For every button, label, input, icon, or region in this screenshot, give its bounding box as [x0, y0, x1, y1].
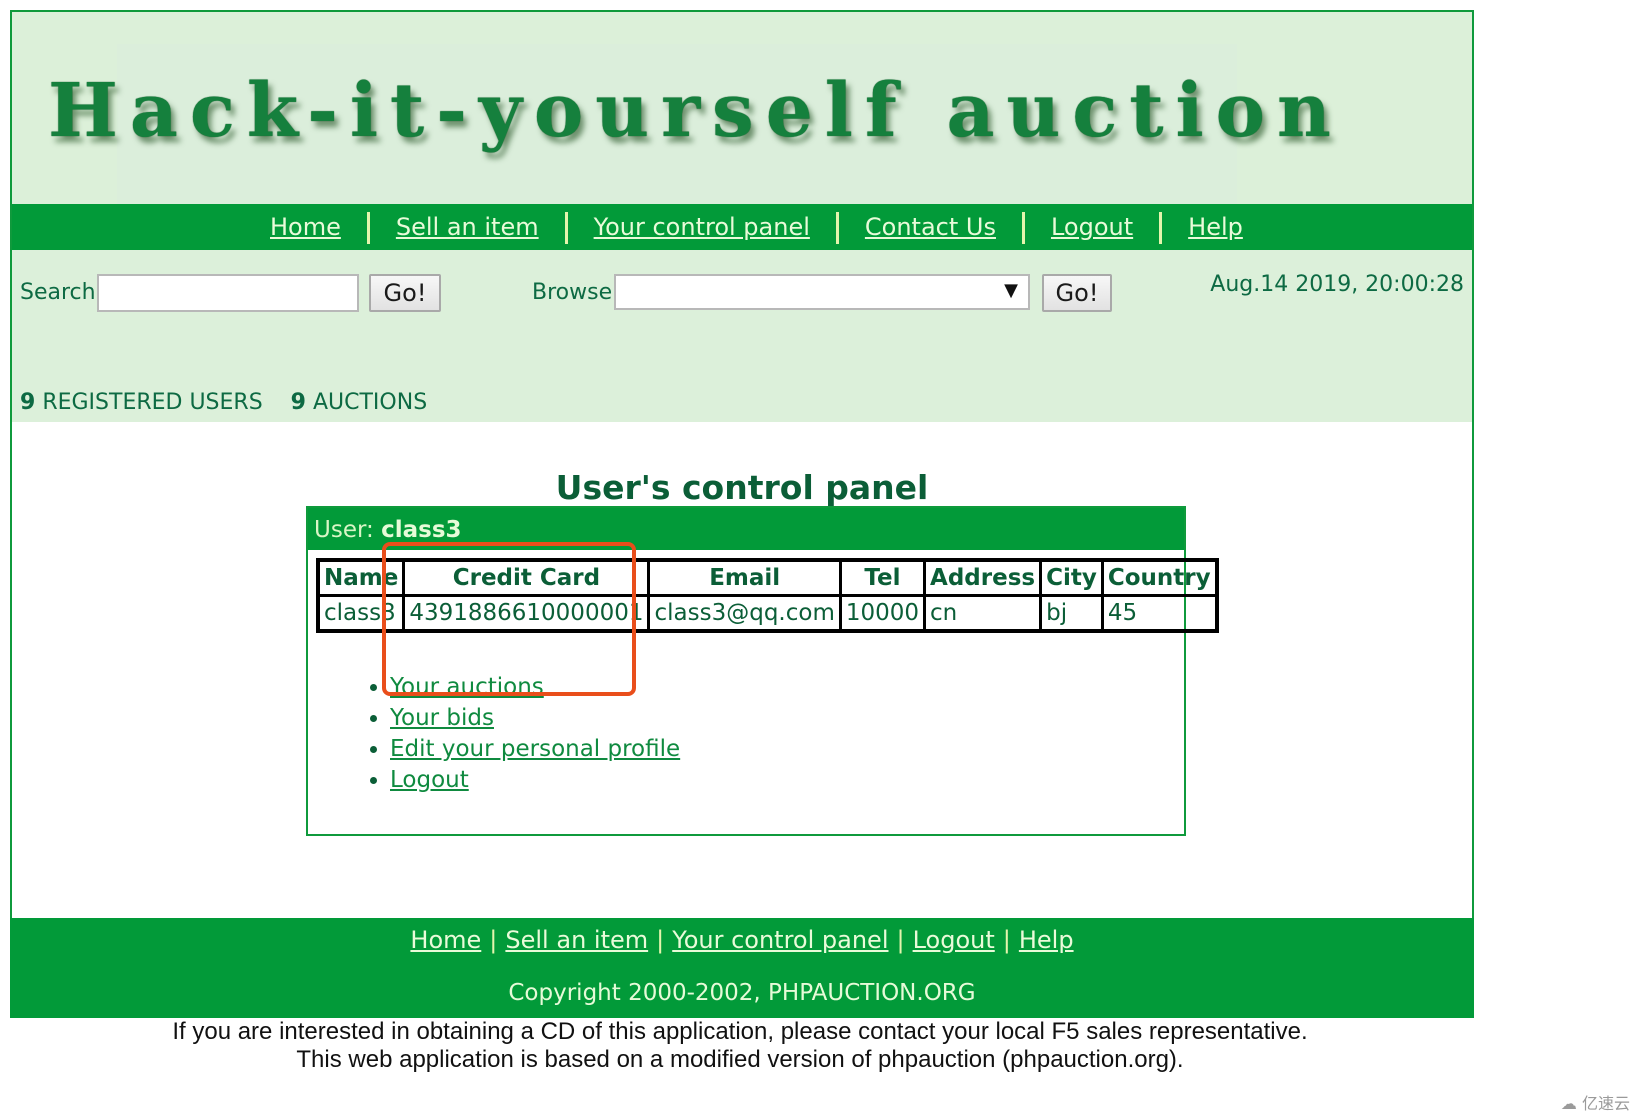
- nav-home[interactable]: Home: [270, 213, 341, 241]
- footer-control-panel[interactable]: Your control panel: [672, 926, 888, 954]
- nav-separator: [1159, 212, 1163, 244]
- auctions-count: 9: [290, 390, 306, 415]
- nav-help[interactable]: Help: [1188, 213, 1243, 241]
- nav-sell-item[interactable]: Sell an item: [396, 213, 539, 241]
- search-label: Search: [20, 280, 96, 305]
- nav-control-panel[interactable]: Your control panel: [594, 213, 810, 241]
- list-item: Edit your personal profile: [390, 734, 680, 765]
- cell-email: class3@qq.com: [647, 594, 842, 633]
- search-go-button[interactable]: Go!: [369, 274, 441, 312]
- browse-select[interactable]: ▼: [614, 274, 1030, 310]
- footer-separator: |: [489, 926, 498, 954]
- nav-separator: [366, 212, 370, 244]
- link-logout[interactable]: Logout: [390, 767, 469, 793]
- users-label: REGISTERED USERS: [42, 390, 263, 415]
- copyright: Copyright 2000-2002, PHPAUCTION.ORG: [508, 980, 976, 1006]
- nav-contact-us[interactable]: Contact Us: [865, 213, 996, 241]
- footer-home[interactable]: Home: [410, 926, 481, 954]
- footer-nav: Home | Sell an item | Your control panel | Log…: [10, 918, 1474, 956]
- list-item: Logout: [390, 765, 680, 796]
- watermark-text: 亿速云: [1581, 1094, 1630, 1113]
- browse-go-button[interactable]: Go!: [1042, 274, 1112, 312]
- username: class3: [381, 517, 462, 543]
- current-datetime: Aug.14 2019, 20:00:28: [1210, 272, 1464, 297]
- footer-sell-item[interactable]: Sell an item: [505, 926, 648, 954]
- header-banner: Hack-it-yourself auction: [12, 12, 1472, 214]
- notice: If you are interested in obtaining a CD …: [0, 1018, 1480, 1074]
- search-toolbar: Search Go! Browse ▼ Go! Aug.14 2019, 20:…: [12, 250, 1472, 422]
- col-address: Address: [923, 558, 1043, 597]
- cell-city: bj: [1039, 594, 1104, 633]
- user-prefix: User:: [314, 517, 374, 543]
- site-logo: Hack-it-yourself auction: [48, 68, 1343, 154]
- cell-tel: 10000: [838, 594, 927, 633]
- footer-logout[interactable]: Logout: [913, 926, 995, 954]
- link-edit-profile[interactable]: Edit your personal profile: [390, 736, 680, 762]
- credit-card-highlight-box: [382, 542, 636, 696]
- nav-logout[interactable]: Logout: [1051, 213, 1133, 241]
- cloud-logo-icon: ☁: [1560, 1094, 1577, 1113]
- notice-line-2: This web application is based on a modif…: [296, 1046, 1184, 1073]
- nav-separator: [564, 212, 568, 244]
- nav-separator: [835, 212, 839, 244]
- col-email: Email: [647, 558, 842, 597]
- page-frame: Hack-it-yourself auction Home Sell an ite…: [10, 10, 1474, 1018]
- dropdown-arrow-icon[interactable]: ▼: [1004, 280, 1018, 301]
- link-your-bids[interactable]: Your bids: [390, 705, 494, 731]
- footer-separator: |: [1002, 926, 1011, 954]
- footer-separator: |: [656, 926, 665, 954]
- notice-line-1: If you are interested in obtaining a CD …: [172, 1018, 1308, 1045]
- watermark: ☁ 亿速云: [1561, 1090, 1630, 1114]
- cell-address: cn: [923, 594, 1043, 633]
- col-country: Country: [1100, 558, 1219, 597]
- col-tel: Tel: [838, 558, 927, 597]
- cell-country: 45: [1100, 594, 1219, 633]
- footer: Home | Sell an item | Your control panel | Log…: [10, 918, 1474, 1018]
- top-nav: Home Sell an item Your control panel Contac…: [12, 204, 1472, 250]
- nav-separator: [1021, 212, 1025, 244]
- col-city: City: [1039, 558, 1104, 597]
- list-item: Your bids: [390, 703, 680, 734]
- browse-label: Browse: [532, 280, 613, 305]
- site-stats: 9 REGISTERED USERS 9 AUCTIONS: [20, 390, 427, 415]
- search-input[interactable]: [97, 274, 359, 312]
- users-count: 9: [20, 390, 36, 415]
- auctions-label: AUCTIONS: [312, 390, 428, 415]
- page-title: User's control panel: [555, 468, 929, 507]
- footer-help[interactable]: Help: [1019, 926, 1074, 954]
- footer-separator: |: [896, 926, 905, 954]
